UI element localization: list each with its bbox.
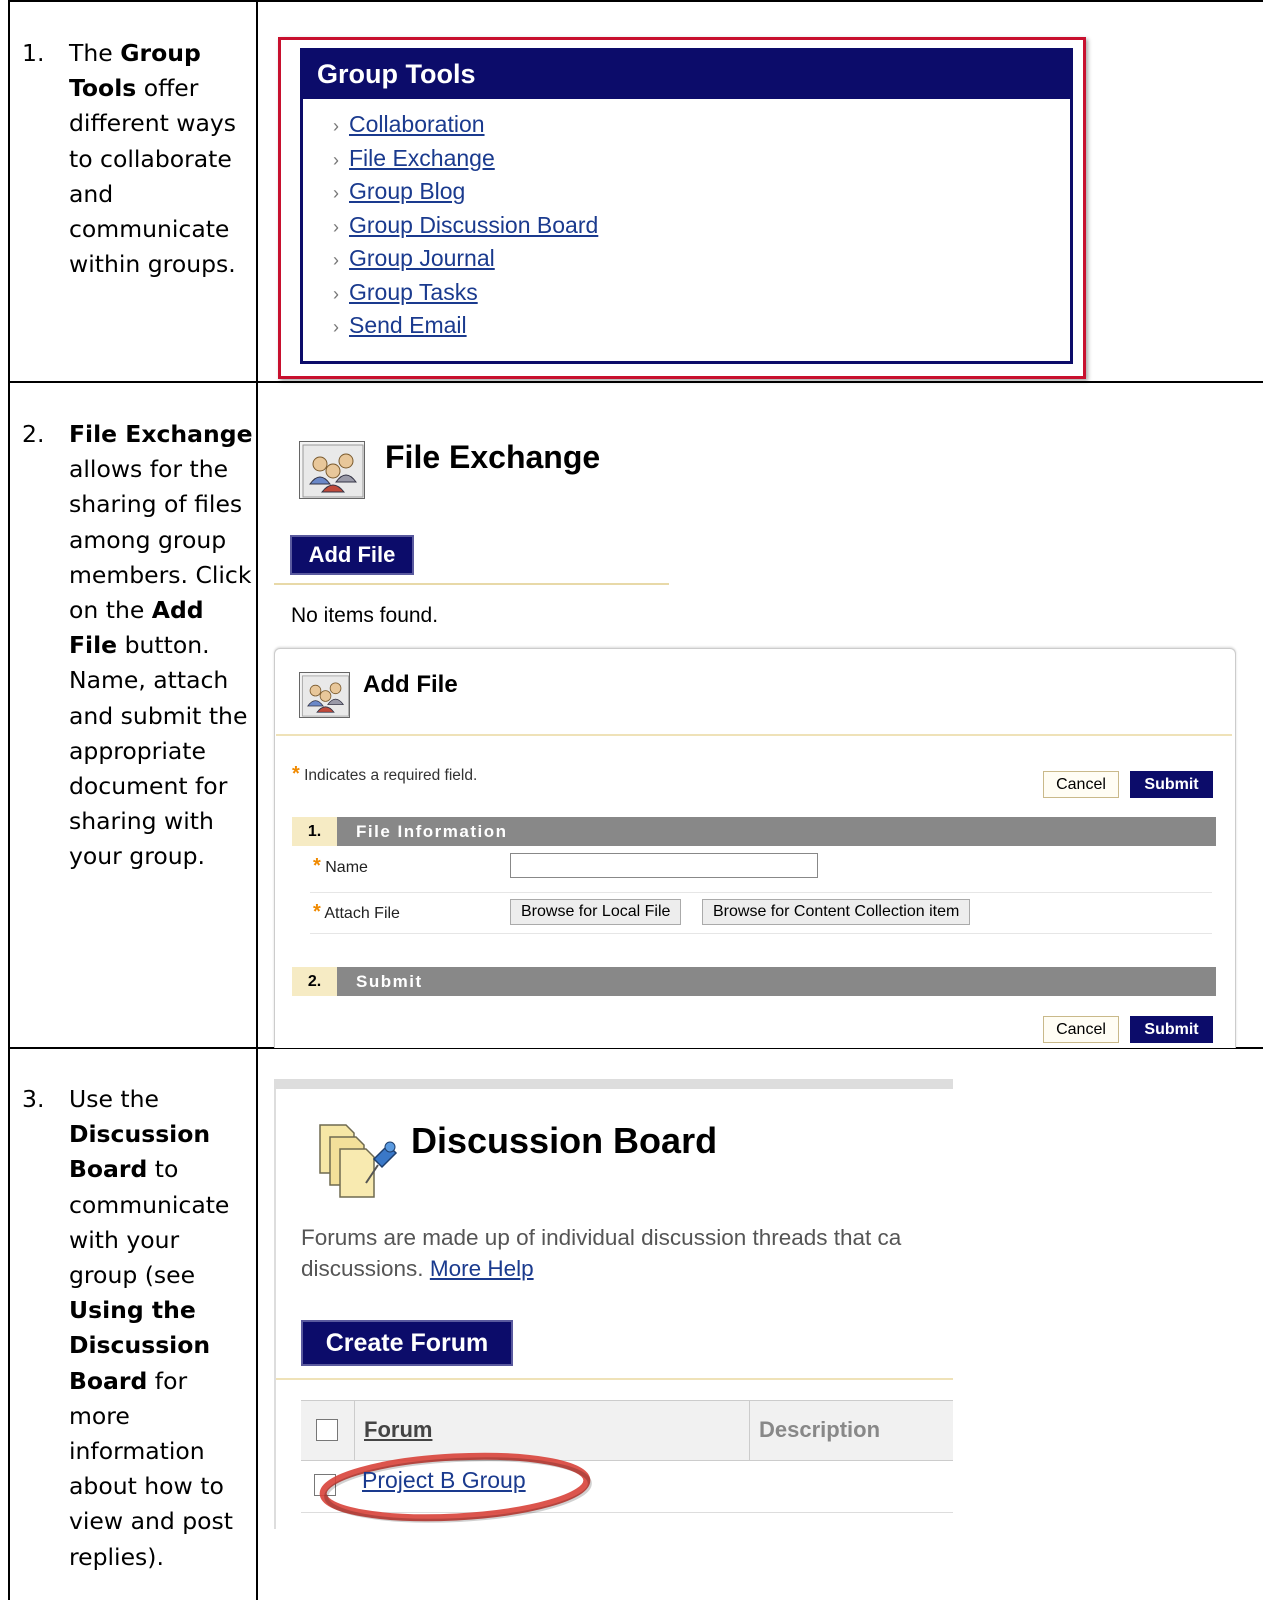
group-tools-item-group-journal[interactable]: › Group Journal bbox=[333, 242, 1070, 276]
required-star-icon: * bbox=[313, 855, 321, 877]
select-all-checkbox[interactable] bbox=[316, 1419, 338, 1441]
browse-local-file-button[interactable]: Browse for Local File bbox=[510, 899, 682, 925]
group-tools-item-group-blog[interactable]: › Group Blog bbox=[333, 175, 1070, 209]
add-file-title: Add File bbox=[363, 671, 458, 698]
discussion-board-icon bbox=[316, 1113, 398, 1204]
section-label: File Information bbox=[356, 822, 508, 841]
required-star-icon: * bbox=[292, 763, 300, 785]
required-star-icon: * bbox=[313, 901, 321, 923]
group-tools-item-group-tasks[interactable]: › Group Tasks bbox=[333, 276, 1070, 310]
cancel-button[interactable]: Cancel bbox=[1043, 1016, 1119, 1043]
file-exchange-title: File Exchange bbox=[385, 439, 601, 475]
browse-content-collection-button[interactable]: Browse for Content Collection item bbox=[702, 899, 971, 925]
step-number: 3. bbox=[22, 1085, 45, 1113]
forum-link-project-b-group[interactable]: Project B Group bbox=[362, 1467, 526, 1494]
table-column-divider bbox=[256, 0, 258, 1600]
step-number: 2. bbox=[22, 420, 45, 448]
group-tools-item-group-discussion-board[interactable]: › Group Discussion Board bbox=[333, 209, 1070, 243]
chevron-right-icon: › bbox=[333, 116, 339, 136]
chevron-right-icon: › bbox=[333, 183, 339, 203]
section-header-submit: 2. Submit bbox=[292, 967, 1216, 996]
discussion-board-title: Discussion Board bbox=[411, 1120, 718, 1161]
table-left-border bbox=[8, 0, 10, 1600]
section-number: 1. bbox=[292, 817, 337, 846]
attach-file-label: * Attach File bbox=[313, 901, 400, 923]
divider bbox=[276, 1378, 953, 1380]
chevron-right-icon: › bbox=[333, 317, 339, 337]
group-tools-list: › Collaboration › File Exchange › Group Blo… bbox=[303, 99, 1070, 343]
panel-top-bar bbox=[274, 1079, 953, 1089]
section-header-file-information: 1. File Information bbox=[292, 817, 1216, 846]
group-people-icon bbox=[299, 672, 350, 718]
chevron-right-icon: › bbox=[333, 283, 339, 304]
step-text: Use the Discussion Board to communicate … bbox=[69, 1085, 234, 1571]
table-top-border bbox=[8, 0, 1263, 2]
chevron-right-icon: › bbox=[333, 149, 339, 170]
more-help-link[interactable]: More Help bbox=[430, 1256, 534, 1281]
row-divider bbox=[310, 933, 1212, 934]
name-input[interactable] bbox=[510, 853, 818, 878]
group-people-icon bbox=[299, 441, 365, 499]
empty-state-text: No items found. bbox=[291, 604, 439, 627]
create-forum-button[interactable]: Create Forum bbox=[301, 1320, 513, 1366]
chevron-right-icon: › bbox=[333, 250, 339, 270]
name-label: * Name bbox=[313, 855, 368, 877]
step-text: The Group Tools offer different ways to … bbox=[69, 39, 237, 279]
cancel-button[interactable]: Cancel bbox=[1043, 771, 1119, 798]
column-divider bbox=[749, 1400, 750, 1461]
submit-button[interactable]: Submit bbox=[1130, 771, 1213, 798]
group-tools-title: Group Tools bbox=[303, 51, 1070, 99]
group-tools-item-file-exchange[interactable]: › File Exchange bbox=[333, 142, 1070, 176]
submit-button[interactable]: Submit bbox=[1130, 1016, 1213, 1043]
column-header-forum[interactable]: Forum bbox=[364, 1417, 432, 1443]
add-file-button[interactable]: Add File bbox=[290, 535, 414, 575]
column-header-description: Description bbox=[759, 1417, 881, 1442]
table-row-divider bbox=[8, 381, 1263, 383]
divider bbox=[276, 734, 1232, 736]
discussion-board-description: Forums are made up of individual discuss… bbox=[301, 1225, 902, 1281]
chevron-right-icon: › bbox=[333, 216, 339, 237]
section-number: 2. bbox=[292, 967, 337, 996]
group-tools-item-send-email[interactable]: › Send Email bbox=[333, 309, 1070, 343]
group-tools-menu: Group Tools › Collaboration › File Exchang… bbox=[300, 48, 1073, 364]
step-text: File Exchange allows for the sharing of … bbox=[69, 420, 253, 871]
step-number: 1. bbox=[22, 39, 45, 67]
group-tools-item-collaboration[interactable]: › Collaboration bbox=[333, 108, 1070, 142]
required-note: * Indicates a required field. bbox=[292, 763, 478, 785]
divider bbox=[274, 583, 669, 585]
section-label: Submit bbox=[356, 972, 423, 991]
row-divider bbox=[310, 892, 1212, 893]
